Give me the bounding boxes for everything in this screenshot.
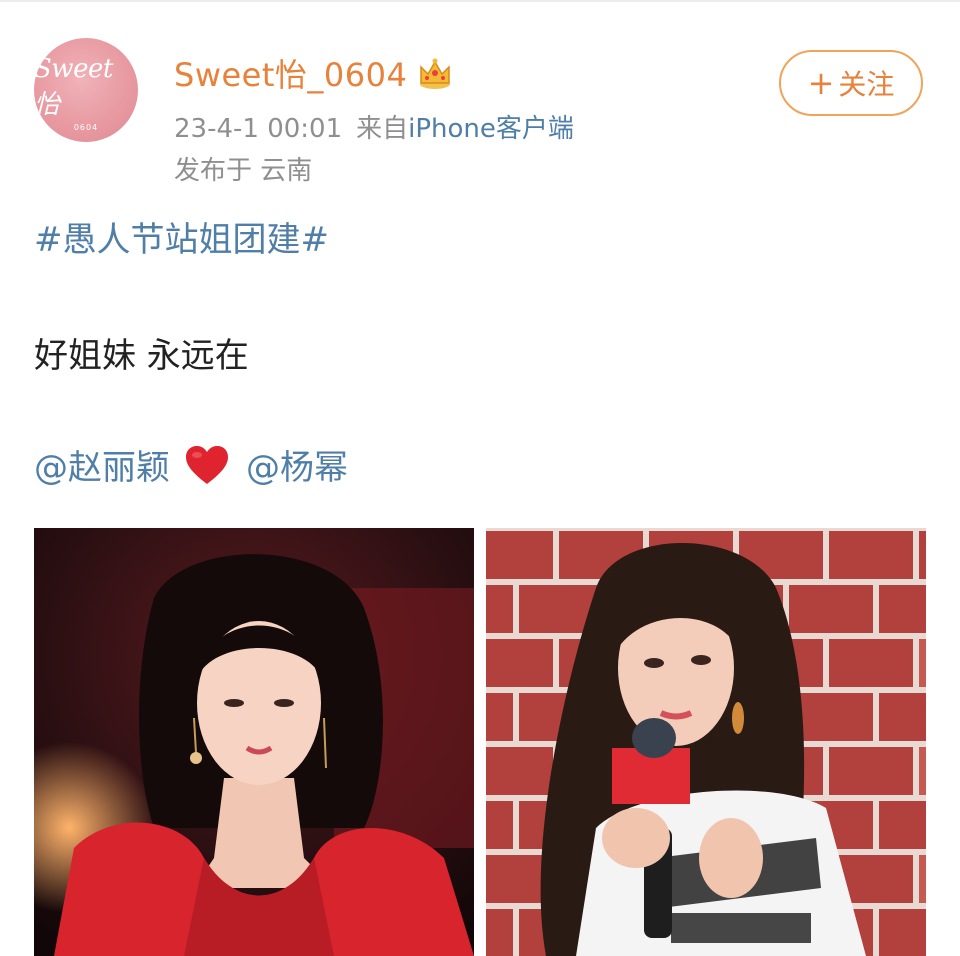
- post-image-2[interactable]: [486, 528, 926, 956]
- avatar-subtext: 0604: [73, 123, 99, 132]
- follow-label: 关注: [838, 68, 895, 101]
- mention-yang-mi[interactable]: @杨幂: [246, 440, 348, 489]
- plus-icon: +: [807, 64, 835, 102]
- avatar-text: Sweet怡: [34, 54, 113, 120]
- top-divider: [0, 0, 960, 2]
- post-location: 发布于 云南: [174, 156, 313, 186]
- client-link[interactable]: iPhone客户端: [408, 114, 574, 144]
- follow-button[interactable]: + 关注: [779, 50, 923, 116]
- mention-zhao-liying[interactable]: @赵丽颖: [34, 440, 170, 489]
- mentions-row: @赵丽颖 @杨幂: [34, 440, 348, 489]
- hashtag-link[interactable]: #愚人节站姐团建#: [34, 212, 329, 261]
- avatar[interactable]: Sweet怡 0604: [34, 38, 138, 142]
- post-image-1-graphic: [34, 528, 474, 956]
- source-prefix: 来自: [356, 114, 409, 144]
- username-row: Sweet怡_0604: [174, 50, 453, 96]
- post-image-2-graphic: [486, 528, 926, 956]
- post-meta: 23-4-1 00:01 来自iPhone客户端: [174, 108, 574, 145]
- crown-icon: [417, 56, 453, 90]
- red-heart-icon: [184, 444, 230, 486]
- username[interactable]: Sweet怡_0604: [174, 50, 407, 96]
- post-text: 好姐妹 永远在: [34, 336, 249, 376]
- post-time: 23-4-1 00:01: [174, 114, 343, 144]
- post-image-1[interactable]: [34, 528, 474, 956]
